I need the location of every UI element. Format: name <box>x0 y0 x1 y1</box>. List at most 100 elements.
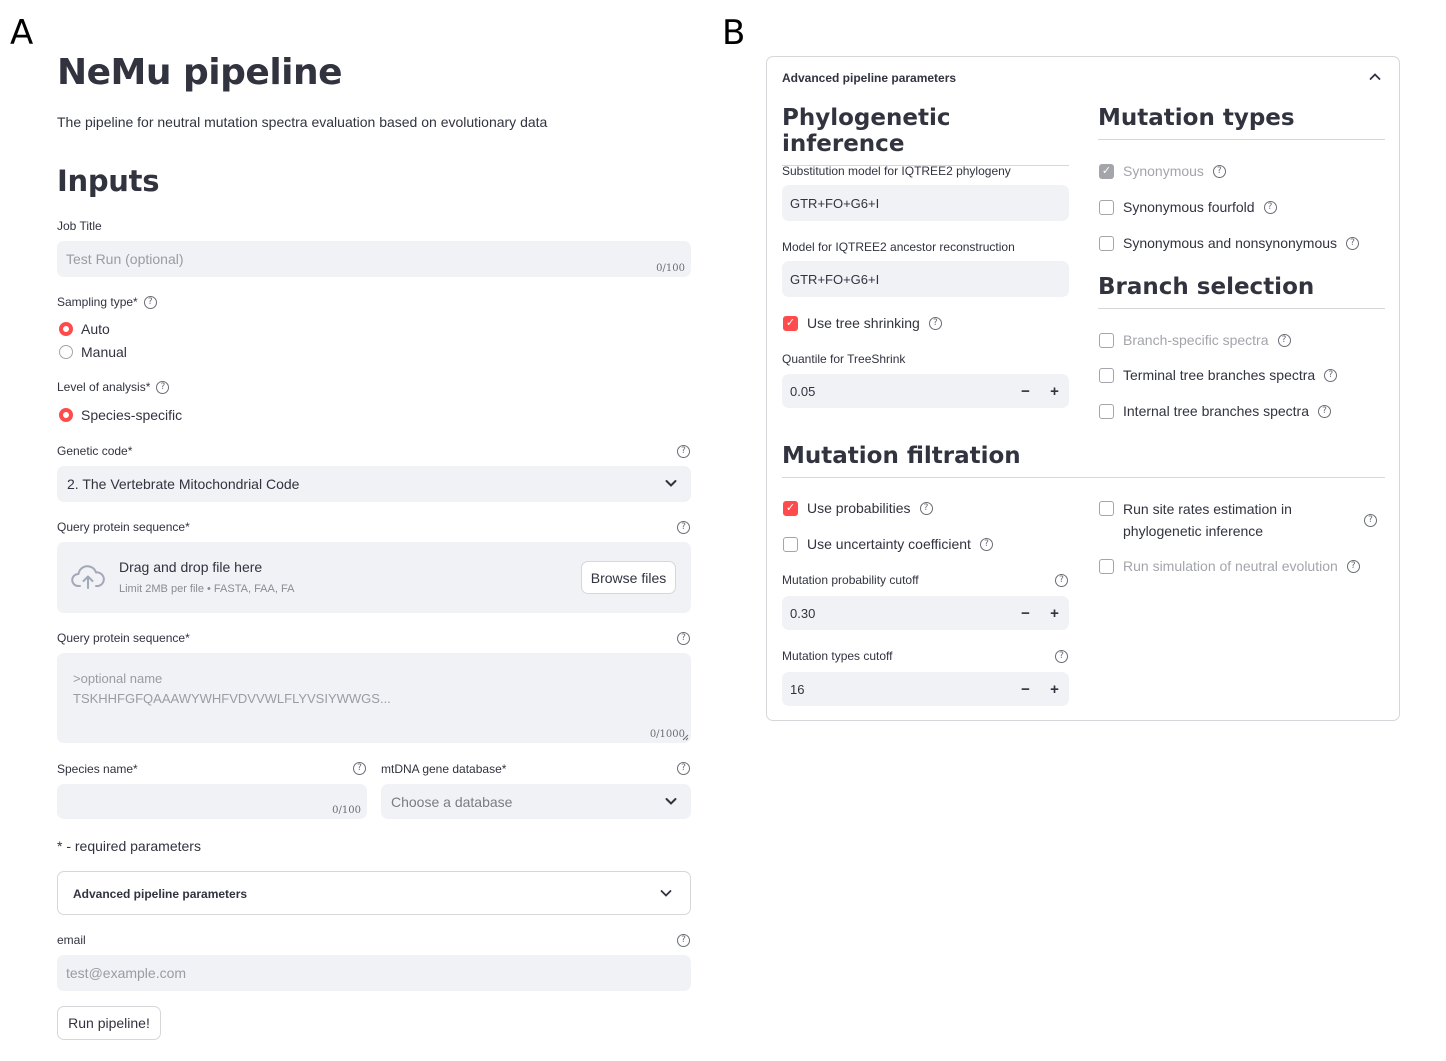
textarea-counter: 0/1000 <box>649 729 685 740</box>
question-circle-icon[interactable]: ? <box>1324 368 1338 382</box>
species-name-input[interactable]: 0/100 <box>57 784 367 819</box>
plus-icon[interactable]: + <box>1040 596 1069 630</box>
checkmark-icon: ✓ <box>783 315 798 331</box>
branch-selection-heading: Branch selection <box>1098 274 1385 309</box>
checkbox-syn-nonsyn[interactable]: Synonymous and nonsynonymous ? <box>1099 235 1360 251</box>
checkbox-simulation[interactable]: Run simulation of neutral evolution ? <box>1099 558 1360 574</box>
radio-checked-icon <box>59 322 73 336</box>
filtration-heading: Mutation filtration <box>782 443 1385 478</box>
textarea-placeholder-seq: TSKHHFGFQAAAWYWHFVDVVWLFLYVSIYWWGS... <box>73 691 391 706</box>
question-circle-icon[interactable]: ? <box>979 537 993 551</box>
question-circle-icon[interactable]: ? <box>1055 650 1068 663</box>
radio-checked-icon <box>59 408 73 422</box>
panel-label-a: A <box>10 13 34 53</box>
genetic-code-label: Genetic code* <box>57 444 133 458</box>
mtdna-db-placeholder: Choose a database <box>391 793 513 810</box>
file-dropzone[interactable]: Drag and drop file here Limit 2MB per fi… <box>57 542 691 613</box>
advanced-panel-title[interactable]: Advanced pipeline parameters <box>782 71 956 85</box>
question-circle-icon[interactable]: ? <box>1212 164 1226 178</box>
advanced-params-expander[interactable]: Advanced pipeline parameters <box>57 871 691 915</box>
genetic-code-select[interactable]: 2. The Vertebrate Mitochondrial Code <box>57 466 691 502</box>
job-title-input[interactable]: Test Run (optional) 0/100 <box>57 241 691 277</box>
textarea-placeholder-name: >optional name <box>73 671 163 686</box>
question-circle-icon[interactable]: ? <box>1055 574 1068 587</box>
checkbox-synonymous[interactable]: ✓ Synonymous ? <box>1099 163 1226 179</box>
checkbox-empty-icon <box>1099 332 1114 348</box>
species-counter: 0/100 <box>332 805 361 816</box>
species-name-label: Species name* <box>57 762 138 776</box>
checkbox-empty-icon <box>1099 501 1114 516</box>
quantile-stepper[interactable]: 0.05 − + <box>782 374 1069 408</box>
mtdna-db-label: mtDNA gene database* <box>381 762 507 776</box>
types-cutoff-stepper[interactable]: 16 − + <box>782 672 1069 706</box>
chevron-down-icon <box>665 480 677 487</box>
minus-icon[interactable]: − <box>1011 596 1040 630</box>
browse-files-button[interactable]: Browse files <box>581 561 676 594</box>
checkbox-empty-icon <box>1099 403 1114 419</box>
checkbox-syn-fourfold[interactable]: Synonymous fourfold ? <box>1099 199 1277 215</box>
anc-model-input[interactable]: GTR+FO+G6+I <box>782 261 1069 297</box>
checkbox-empty-icon <box>783 536 798 552</box>
checkbox-terminal-branches[interactable]: Terminal tree branches spectra ? <box>1099 367 1338 383</box>
chevron-up-icon[interactable] <box>1369 72 1381 81</box>
question-circle-icon[interactable]: ? <box>1346 236 1360 250</box>
checkbox-empty-icon <box>1099 558 1114 574</box>
prob-cutoff-value: 0.30 <box>790 605 816 621</box>
checkbox-empty-icon <box>1099 367 1114 383</box>
quantile-value: 0.05 <box>790 383 816 399</box>
radio-sampling-manual[interactable]: Manual <box>59 344 127 360</box>
mtdna-db-select[interactable]: Choose a database <box>381 784 691 819</box>
checkbox-internal-branches[interactable]: Internal tree branches spectra ? <box>1099 403 1331 419</box>
types-cutoff-value: 16 <box>790 681 805 697</box>
question-circle-icon[interactable]: ? <box>1346 559 1360 573</box>
chevron-down-icon <box>660 890 672 897</box>
query-text-label: Query protein sequence* <box>57 631 190 645</box>
question-circle-icon[interactable]: ? <box>677 934 690 947</box>
question-circle-icon[interactable]: ? <box>677 521 690 534</box>
question-circle-icon[interactable]: ? <box>677 632 690 645</box>
radio-sampling-auto[interactable]: Auto <box>59 321 110 337</box>
minus-icon[interactable]: − <box>1011 374 1040 408</box>
checkbox-site-rates[interactable]: Run site rates estimation in phylogeneti… <box>1099 498 1379 542</box>
phylo-heading: Phylogenetic inference <box>782 105 1069 166</box>
checkbox-use-probabilities[interactable]: ✓ Use probabilities ? <box>783 500 933 516</box>
question-circle-icon[interactable]: ? <box>143 295 157 309</box>
query-sequence-textarea[interactable]: >optional name TSKHHFGFQAAAWYWHFVDVVWLFL… <box>57 653 691 743</box>
required-note: * - required parameters <box>57 838 201 854</box>
question-circle-icon[interactable]: ? <box>353 762 366 775</box>
question-circle-icon[interactable]: ? <box>1364 514 1377 527</box>
resize-handle-icon[interactable] <box>682 734 689 741</box>
checkbox-branch-specific[interactable]: Branch-specific spectra ? <box>1099 332 1291 348</box>
question-circle-icon[interactable]: ? <box>928 316 942 330</box>
question-circle-icon[interactable]: ? <box>919 501 933 515</box>
subst-model-label: Substitution model for IQTREE2 phylogeny <box>782 164 1011 178</box>
chevron-down-icon <box>665 798 677 805</box>
dropzone-text: Drag and drop file here <box>119 559 263 575</box>
prob-cutoff-label: Mutation probability cutoff <box>782 573 919 587</box>
minus-icon[interactable]: − <box>1011 672 1040 706</box>
run-pipeline-button[interactable]: Run pipeline! <box>57 1006 161 1040</box>
query-upload-label: Query protein sequence* <box>57 520 190 534</box>
email-field[interactable]: test@example.com <box>57 955 691 991</box>
expander-title: Advanced pipeline parameters <box>73 887 248 901</box>
question-circle-icon[interactable]: ? <box>1277 333 1291 347</box>
question-circle-icon[interactable]: ? <box>677 445 690 458</box>
prob-cutoff-stepper[interactable]: 0.30 − + <box>782 596 1069 630</box>
plus-icon[interactable]: + <box>1040 672 1069 706</box>
radio-level-species[interactable]: Species-specific <box>59 407 182 423</box>
plus-icon[interactable]: + <box>1040 374 1069 408</box>
question-circle-icon[interactable]: ? <box>1318 404 1331 418</box>
question-circle-icon[interactable]: ? <box>1263 200 1277 214</box>
checkmark-icon: ✓ <box>783 500 798 516</box>
question-circle-icon[interactable]: ? <box>677 762 690 775</box>
checkbox-empty-icon <box>1099 235 1114 251</box>
subst-model-input[interactable]: GTR+FO+G6+I <box>782 185 1069 221</box>
checkbox-use-uncertainty[interactable]: Use uncertainty coefficient ? <box>783 536 993 552</box>
radio-label: Species-specific <box>81 407 183 423</box>
checkmark-icon: ✓ <box>1099 163 1114 179</box>
checkbox-tree-shrinking[interactable]: ✓ Use tree shrinking ? <box>783 315 942 331</box>
email-placeholder: test@example.com <box>66 965 187 981</box>
genetic-code-value: 2. The Vertebrate Mitochondrial Code <box>67 476 300 492</box>
app-title: NeMu pipeline <box>57 52 343 93</box>
question-circle-icon[interactable]: ? <box>156 380 170 394</box>
